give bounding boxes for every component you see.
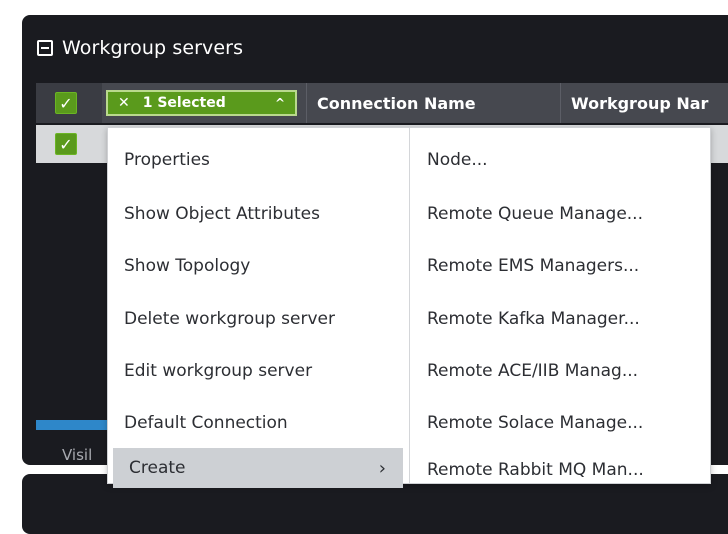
menu-item-show-object-attributes[interactable]: Show Object Attributes [108,194,408,234]
menu-item-default-connection[interactable]: Default Connection [108,403,408,443]
menu-item-create-label: Create [129,458,186,478]
panel-header: Workgroup servers [37,35,243,61]
submenu-item-remote-queue-manager[interactable]: Remote Queue Manage... [410,194,710,234]
scroll-indicator [36,420,114,430]
submenu-item-remote-solace-manager[interactable]: Remote Solace Manage... [410,403,710,443]
submenu-item-node[interactable]: Node... [410,140,710,180]
select-all-checkbox[interactable]: ✓ [55,92,77,114]
close-icon[interactable]: ✕ [118,95,130,111]
selection-count: 1 Selected [142,95,226,111]
select-all-cell: ✓ [36,83,102,123]
menu-item-properties[interactable]: Properties [108,140,408,180]
menu-item-delete-workgroup-server[interactable]: Delete workgroup server [108,299,408,339]
create-submenu: Node... Remote Queue Manage... Remote EM… [410,128,710,483]
column-header-connection-name[interactable]: Connection Name [317,83,547,123]
column-divider [560,83,561,123]
context-menu-main: Properties Show Object Attributes Show T… [108,128,408,488]
menu-item-create[interactable]: Create › [113,448,403,488]
column-divider [306,83,307,123]
submenu-item-remote-kafka-manager[interactable]: Remote Kafka Manager... [410,299,710,339]
menu-item-edit-workgroup-server[interactable]: Edit workgroup server [108,351,408,391]
column-header-workgroup-name[interactable]: Workgroup Nar [571,83,728,123]
check-icon: ✓ [59,134,73,154]
panel-title: Workgroup servers [62,37,244,59]
context-menu: Properties Show Object Attributes Show T… [107,127,711,488]
chevron-right-icon: › [378,457,386,479]
menu-item-show-topology[interactable]: Show Topology [108,246,408,286]
row-checkbox[interactable]: ✓ [55,133,77,155]
submenu-item-remote-rabbit-mq-manager[interactable]: Remote Rabbit MQ Man... [410,450,710,490]
table-header: ✓ ✕ 1 Selected ^ Connection Name Workgro… [36,83,728,123]
chevron-up-icon: ^ [274,96,285,110]
check-icon: ✓ [59,93,73,113]
selection-dropdown[interactable]: ✕ 1 Selected ^ [106,90,297,116]
collapse-square-icon[interactable] [37,40,53,56]
visible-rows-label: Visil [62,446,93,464]
submenu-item-remote-ace-iib-manager[interactable]: Remote ACE/IIB Manag... [410,351,710,391]
submenu-item-remote-ems-managers[interactable]: Remote EMS Managers... [410,246,710,286]
